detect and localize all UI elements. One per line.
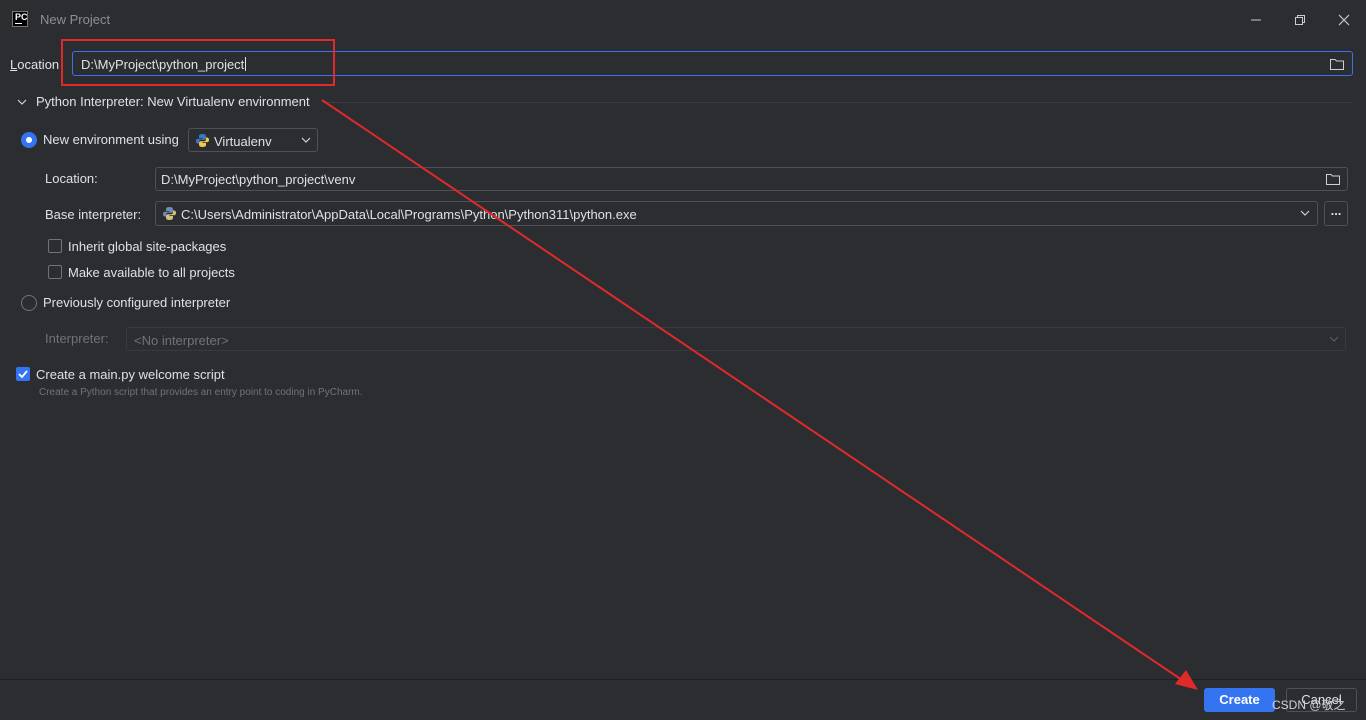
annotation-arrow [321, 99, 1198, 690]
